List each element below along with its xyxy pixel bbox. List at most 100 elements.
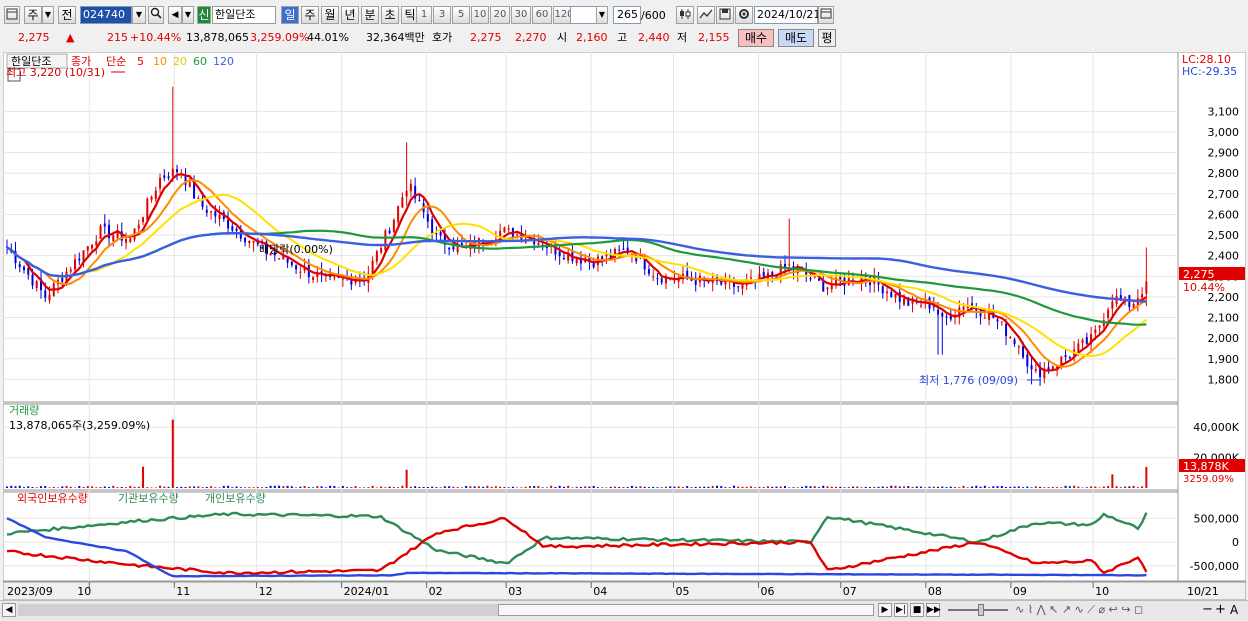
- speaker-dropdown-icon[interactable]: ▼: [182, 6, 194, 24]
- volume-bar: [1077, 486, 1080, 488]
- period-button-0[interactable]: 일: [281, 6, 299, 24]
- x-tick-label: 10: [77, 585, 91, 598]
- prev-button[interactable]: 전: [58, 6, 76, 24]
- period-button-1[interactable]: 주: [301, 6, 319, 24]
- period-button-4[interactable]: 분: [361, 6, 379, 24]
- volume-bar: [1043, 487, 1046, 488]
- volume-bar: [201, 487, 204, 488]
- number-button-3[interactable]: 3: [433, 6, 451, 24]
- period-button-3[interactable]: 년: [341, 6, 359, 24]
- candle-body: [405, 190, 408, 197]
- volume-bar: [630, 485, 633, 488]
- stop-button[interactable]: ■: [910, 603, 924, 617]
- candle-body: [299, 271, 302, 273]
- volume-bar: [69, 486, 72, 488]
- market-select[interactable]: 주: [24, 6, 42, 24]
- candle-body: [409, 183, 412, 192]
- volume-bar: [1119, 487, 1122, 488]
- candle-body: [592, 262, 595, 268]
- number-button-20[interactable]: 20: [490, 6, 510, 24]
- number-button-10[interactable]: 10: [471, 6, 489, 24]
- candle-body: [1145, 281, 1148, 294]
- number-button-1[interactable]: 1: [416, 6, 432, 24]
- candle-body: [91, 244, 94, 249]
- scroll-thumb[interactable]: [498, 604, 874, 616]
- data-count-input[interactable]: 265: [613, 6, 641, 24]
- number-button-30[interactable]: 30: [511, 6, 531, 24]
- investor-y-tick-label: 500,000: [1194, 512, 1240, 525]
- candle-body: [818, 278, 821, 281]
- volume-bar: [363, 487, 366, 488]
- last-button[interactable]: ▶▶: [926, 603, 941, 617]
- volume-bar: [469, 486, 472, 488]
- window-menu-icon[interactable]: [4, 6, 20, 24]
- market-dropdown-icon[interactable]: ▼: [42, 6, 54, 24]
- volume-bar: [61, 486, 64, 488]
- volume-bar: [920, 486, 923, 488]
- period-button-5[interactable]: 초: [381, 6, 399, 24]
- stock-chart[interactable]: 3,100 3,000 2,900 2,800 2,700 2,600 2,500 2,400…: [3, 52, 1246, 601]
- volume-bar: [852, 486, 855, 488]
- drawing-tools-icons[interactable]: ∿ ⌇ ⋀ ↖ ↗ ∿ ⟋ ⌀ ↩ ↪ ◻: [1015, 603, 1143, 617]
- code-dropdown-icon[interactable]: ▼: [132, 6, 146, 24]
- speaker-icon[interactable]: ◀: [168, 6, 182, 24]
- period-button-2[interactable]: 월: [321, 6, 339, 24]
- save-icon[interactable]: [716, 6, 734, 24]
- candle-body: [537, 242, 540, 245]
- volume-bar: [596, 486, 599, 488]
- scroll-left-button[interactable]: ◀: [2, 603, 16, 617]
- volume-bar: [622, 487, 625, 488]
- auto-button[interactable]: A: [1230, 603, 1238, 617]
- low-price: 2,155: [698, 31, 730, 44]
- line-tool-icon[interactable]: [697, 6, 715, 24]
- volume-bar: [669, 486, 672, 488]
- zoom-slider-handle[interactable]: [978, 604, 984, 616]
- volume-bar: [1039, 486, 1042, 488]
- volume-bar: [694, 486, 697, 488]
- search-icon[interactable]: [148, 6, 164, 24]
- eval-button[interactable]: 평: [818, 29, 836, 47]
- x-tick-label: 12: [259, 585, 273, 598]
- volume-bar: [1115, 486, 1118, 488]
- number-button-5[interactable]: 5: [452, 6, 470, 24]
- buy-button[interactable]: 매수: [738, 29, 774, 47]
- scroll-track[interactable]: [18, 604, 498, 616]
- scroll-right-button[interactable]: ▶: [878, 603, 892, 617]
- y-tick-label: 3,000: [1208, 126, 1240, 139]
- stock-code-input[interactable]: 024740: [80, 6, 132, 24]
- date-input[interactable]: 2024/10/21: [754, 6, 820, 24]
- zoom-in-button[interactable]: +: [1215, 602, 1226, 617]
- chart-scrollbar[interactable]: ◀ ▶ ▶| ■ ▶▶ ∿ ⌇ ⋀ ↖ ↗ ∿ ⟋ ⌀ ↩ ↪ ◻ − + A: [0, 600, 1248, 620]
- candle-body: [1017, 346, 1020, 348]
- volume-bar: [397, 487, 400, 488]
- gear-icon[interactable]: [735, 6, 753, 24]
- candle-type-icon[interactable]: [676, 6, 694, 24]
- volume-bar: [647, 487, 650, 488]
- candle-body: [312, 277, 315, 280]
- calendar-icon[interactable]: [818, 6, 834, 24]
- volume-bar: [949, 486, 952, 488]
- volume-bar: [677, 486, 680, 488]
- candle-body: [1022, 346, 1025, 358]
- candle-body: [507, 228, 510, 230]
- volume-bar: [371, 485, 374, 488]
- volume-bar: [877, 486, 880, 488]
- candle-body: [159, 177, 162, 189]
- bid-label: 호가: [432, 31, 453, 44]
- candle-body: [890, 291, 893, 298]
- first-button[interactable]: ▶|: [894, 603, 908, 617]
- volume-bar: [856, 486, 859, 488]
- y-tick-label: 2,000: [1208, 332, 1240, 345]
- zoom-out-button[interactable]: −: [1202, 602, 1213, 617]
- candle-body: [27, 268, 30, 275]
- sell-button[interactable]: 매도: [778, 29, 814, 47]
- volume-bar: [388, 486, 391, 488]
- candle-body: [112, 235, 115, 242]
- number-dropdown-icon[interactable]: ▼: [596, 6, 608, 24]
- volume-bar: [898, 486, 901, 488]
- number-button-60[interactable]: 60: [532, 6, 552, 24]
- volume-bar: [40, 486, 43, 488]
- volume-bar: [27, 486, 30, 488]
- volume-bar: [664, 486, 667, 488]
- candle-body: [1034, 369, 1037, 371]
